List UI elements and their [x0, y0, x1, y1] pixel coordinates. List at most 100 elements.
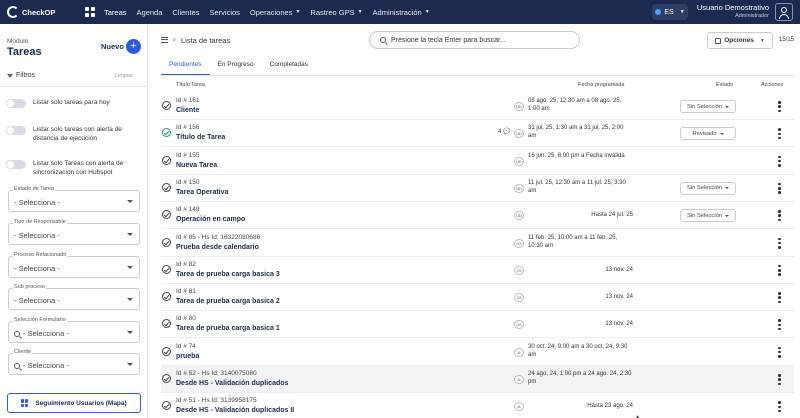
new-task-button[interactable]: +: [126, 39, 141, 54]
status-select[interactable]: Sin Selección: [680, 100, 736, 113]
more-options-icon[interactable]: [778, 101, 781, 112]
task-name[interactable]: Desde HS - Validación duplicados: [176, 380, 288, 387]
assignee-avatar: UD: [514, 102, 524, 111]
clear-filters-button[interactable]: Limpiar: [115, 73, 133, 79]
field-label: Proceso Relacionado: [13, 252, 68, 258]
status-select[interactable]: Sin Selección: [680, 181, 736, 195]
more-options-icon[interactable]: [778, 182, 781, 194]
complete-check-icon[interactable]: [162, 319, 171, 329]
filter-select-estado-de-tarea[interactable]: Estado de Tarea - Selecciona -: [8, 186, 140, 212]
scheduled-date: 31 jul. 25, 1:30 am a 31 jul. 25, 2:00 a…: [528, 125, 624, 140]
nav-item-servicios[interactable]: Servicios: [209, 8, 239, 17]
task-name[interactable]: Título de Tarea: [176, 134, 225, 141]
more-options-icon[interactable]: [778, 401, 781, 413]
task-name[interactable]: Nueva Tarea: [176, 162, 217, 169]
filters-label: Filtros: [16, 72, 36, 79]
hamburger-menu-icon[interactable]: [161, 37, 168, 43]
tab-en-progreso[interactable]: En Progreso: [210, 61, 262, 75]
table-row[interactable]: Id # 155 Nueva Tarea UD 16 jun. 25, 8:00 pm…: [161, 148, 794, 175]
apps-grid-icon[interactable]: [85, 7, 95, 17]
more-options-icon[interactable]: [778, 237, 781, 249]
field-value-text: - Selecciona -: [14, 198, 60, 207]
nav-item-clientes[interactable]: Clientes: [172, 8, 199, 17]
field-value: - Selecciona -: [14, 198, 60, 207]
table-row[interactable]: Id # 82 Tarea de prueba carga basica 3 JG 1…: [161, 257, 794, 284]
status-select[interactable]: Sin Selección: [680, 209, 736, 223]
nav-item-agenda[interactable]: Agenda: [137, 8, 163, 17]
task-name[interactable]: Tarea de prueba carga basica 2: [176, 298, 280, 305]
assignee-avatar: JL: [514, 347, 524, 357]
table-row[interactable]: Id # 81 Tarea de prueba carga basica 2 JG 1…: [161, 284, 794, 312]
task-id: Id # 74: [176, 342, 196, 350]
scheduled-date: 11 jul. 25, 12:30 am a 11 jul. 25, 3:30 …: [528, 179, 626, 194]
module-label: Módulo: [7, 38, 29, 45]
filter-select-cliente[interactable]: Cliente - Selecciona -: [8, 349, 140, 375]
complete-check-icon[interactable]: [162, 346, 171, 356]
task-name[interactable]: Desde HS - Validación duplicados II: [176, 407, 294, 414]
more-options-icon[interactable]: [778, 346, 781, 358]
chevron-down-icon: [127, 200, 133, 203]
table-row[interactable]: Id # 74 prueba JL 30 oct. 24, 9:00 am a 30 …: [161, 339, 794, 366]
status-value: Sin Selección: [686, 103, 723, 110]
language-selector[interactable]: ES ▼: [652, 4, 688, 20]
user-avatar-button[interactable]: [775, 3, 793, 21]
more-options-icon[interactable]: [778, 264, 781, 276]
table-row[interactable]: Id # 80 Tarea de prueba carga basica 1 JG 1…: [161, 311, 794, 339]
brand-logo[interactable]: CheckOP: [7, 6, 75, 18]
complete-check-icon[interactable]: [162, 182, 171, 192]
complete-check-icon[interactable]: [162, 292, 171, 302]
toggle-switch[interactable]: [6, 99, 26, 108]
more-options-icon[interactable]: [778, 210, 781, 222]
table-row[interactable]: Id # 149 Operación en campo UD Hasta 24 jul…: [161, 202, 794, 230]
table-row[interactable]: Id # 156 Título de Tarea 4 💬 UD 31 jul. 25, …: [161, 120, 794, 148]
filter-select-tipo-de-responsable[interactable]: Tipo de Responsable - Selecciona -: [8, 219, 140, 245]
nav-item-operaciones[interactable]: Operaciones ▼: [250, 8, 300, 17]
complete-check-icon[interactable]: [162, 155, 171, 165]
complete-check-icon[interactable]: [162, 237, 171, 247]
more-options-icon[interactable]: [778, 374, 781, 385]
options-button[interactable]: Opciones ▼: [707, 32, 773, 49]
task-name[interactable]: Cliente: [176, 107, 199, 114]
tab-completadas[interactable]: Completadas: [262, 61, 316, 75]
tab-pendientes[interactable]: Pendientes: [161, 61, 210, 75]
more-options-icon[interactable]: [778, 155, 781, 167]
chevron-down-icon: [127, 233, 133, 236]
filter-icon: [7, 73, 13, 78]
toggle-switch[interactable]: [6, 160, 26, 169]
nav-item-administraci-n[interactable]: Administración ▼: [373, 8, 430, 17]
complete-check-icon[interactable]: [162, 101, 171, 110]
filter-select-selecci-n-formulario[interactable]: Selección Formulario - Selecciona -: [8, 317, 140, 343]
user-info[interactable]: Usuario Demostrativo Administrador: [693, 3, 769, 19]
table-row[interactable]: Id # 51 - Hs Id: 3139958175 Desde HS - Va…: [161, 393, 794, 418]
nav-item-tareas[interactable]: Tareas: [104, 8, 127, 17]
task-name[interactable]: Operación en campo: [176, 216, 245, 223]
task-name[interactable]: Tarea Operativa: [176, 189, 228, 196]
task-name[interactable]: Prueba desde calendario: [176, 244, 259, 251]
table-row[interactable]: Id # 161 Cliente UD 08 ago. 25, 12:30 am a …: [161, 93, 794, 120]
table-row[interactable]: Id # 150 Tarea Operativa UD 11 jul. 25, 12:…: [161, 175, 794, 202]
complete-check-icon[interactable]: [162, 210, 171, 220]
task-name[interactable]: prueba: [176, 353, 199, 360]
task-name[interactable]: Tarea de prueba carga basica 3: [176, 271, 280, 278]
more-options-icon[interactable]: [778, 292, 781, 304]
new-task-label[interactable]: Nuevo: [101, 42, 124, 51]
search-input[interactable]: Presione la tecla Enter para buscar...: [369, 31, 580, 49]
complete-check-icon[interactable]: [162, 264, 171, 274]
complete-check-icon[interactable]: [162, 401, 171, 411]
task-name[interactable]: Tarea de prueba carga basica 1: [176, 325, 280, 332]
nav-item-rastreo-gps[interactable]: Rastreo GPS ▼: [310, 8, 362, 17]
table-row[interactable]: Id # 85 - Hs Id: 16322080686 Prueba desde…: [161, 230, 794, 257]
complete-check-icon[interactable]: [162, 374, 171, 383]
user-tracking-map-button[interactable]: Seguimiento Usuarios (Mapa): [7, 393, 141, 413]
complete-check-icon[interactable]: [162, 128, 171, 138]
filter-select-proceso-relacionado[interactable]: Proceso Relacionado - Selecciona -: [8, 252, 140, 278]
table-row[interactable]: Id # 52 - Hs Id: 3140075080 Desde HS - Va…: [161, 366, 794, 393]
breadcrumb-separator: ›: [173, 35, 176, 44]
more-options-icon[interactable]: [778, 128, 781, 140]
nav-item-label: Administración: [372, 7, 422, 17]
more-options-icon[interactable]: [778, 319, 781, 331]
toggle-switch[interactable]: [6, 126, 26, 135]
filter-select-sub-proceso[interactable]: Sub proceso - Selecciona -: [8, 284, 140, 310]
comments-count[interactable]: 4 💬: [498, 128, 510, 135]
status-select[interactable]: Revisado: [680, 127, 736, 141]
